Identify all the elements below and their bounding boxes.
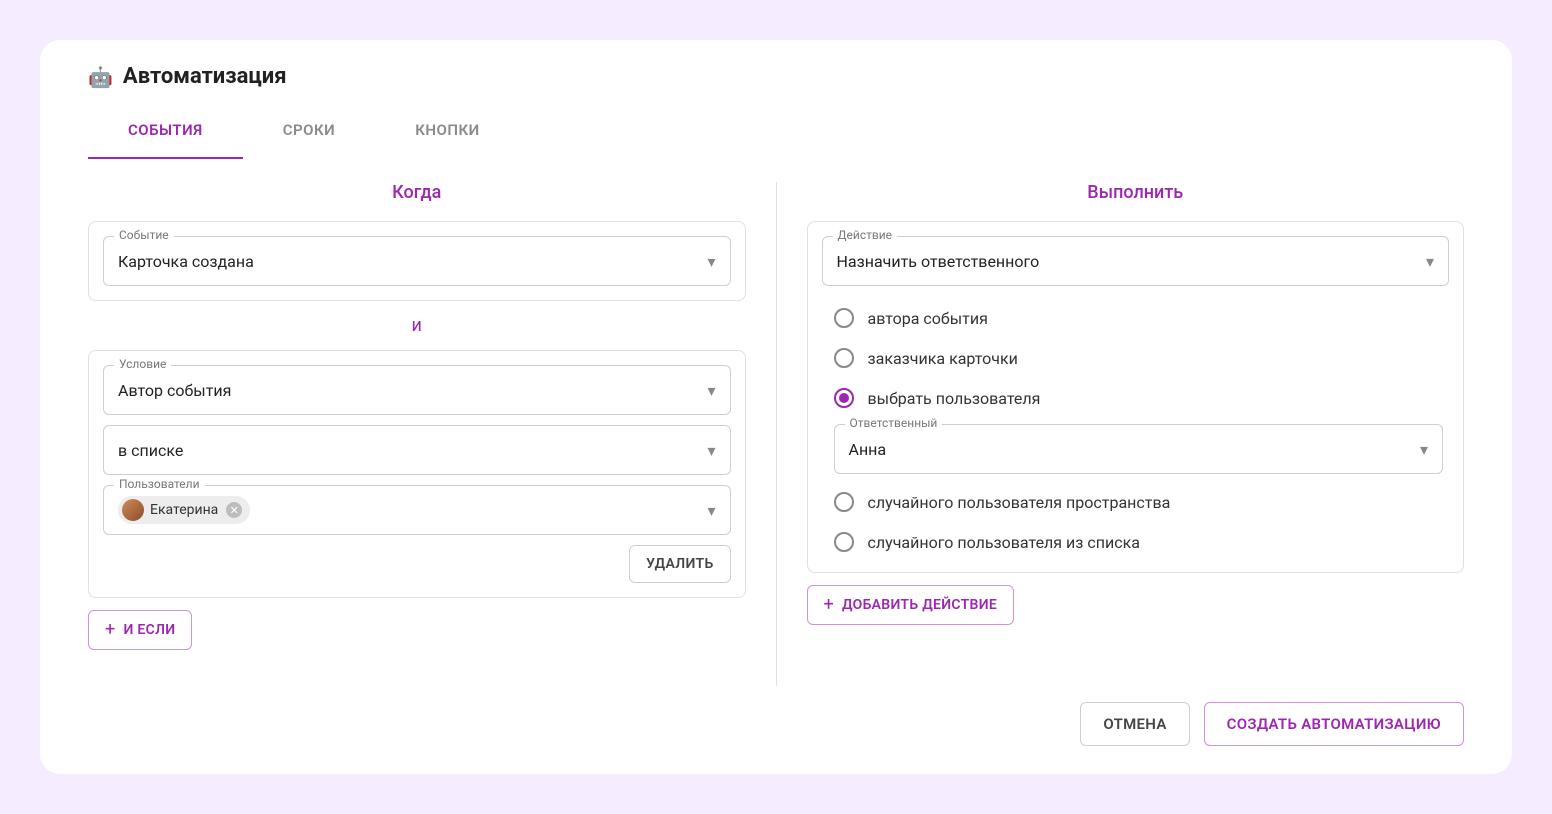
columns: Когда Событие Карточка создана ▾ и Услов… <box>88 182 1464 686</box>
event-panel: Событие Карточка создана ▾ <box>88 221 746 301</box>
cancel-button[interactable]: ОТМЕНА <box>1080 702 1189 746</box>
radio-random-list-user[interactable]: случайного пользователя из списка <box>834 522 1444 562</box>
operator-value: в списке <box>118 441 707 460</box>
radio-label: случайного пользователя пространства <box>868 493 1171 512</box>
delete-condition-button[interactable]: УДАЛИТЬ <box>629 545 730 583</box>
add-if-label: И ЕСЛИ <box>124 622 176 638</box>
condition-value: Автор события <box>118 381 707 400</box>
radio-choose-user[interactable]: выбрать пользователя <box>834 378 1444 418</box>
add-action-label: ДОБАВИТЬ ДЕЙСТВИЕ <box>842 597 997 613</box>
operator-select[interactable]: в списке ▾ <box>103 425 731 475</box>
user-chip: Екатерина ✕ <box>118 496 250 524</box>
radio-label: выбрать пользователя <box>868 389 1041 408</box>
chevron-down-icon: ▾ <box>1426 252 1434 271</box>
radio-event-author[interactable]: автора события <box>834 298 1444 338</box>
event-label: Событие <box>114 228 174 242</box>
tab-buttons[interactable]: КНОПКИ <box>375 109 519 159</box>
radio-icon <box>834 492 854 512</box>
users-label: Пользователи <box>114 477 205 491</box>
page-header: 🤖 Автоматизация <box>88 64 1464 89</box>
radio-icon <box>834 388 854 408</box>
event-value: Карточка создана <box>118 252 707 271</box>
radio-icon <box>834 348 854 368</box>
responsible-value: Анна <box>849 440 1420 459</box>
dialog-footer: ОТМЕНА СОЗДАТЬ АВТОМАТИЗАЦИЮ <box>88 702 1464 746</box>
automation-card: 🤖 Автоматизация СОБЫТИЯ СРОКИ КНОПКИ Ког… <box>40 40 1512 774</box>
chevron-down-icon: ▾ <box>707 501 715 520</box>
chevron-down-icon: ▾ <box>1420 440 1428 459</box>
chevron-down-icon: ▾ <box>707 381 715 400</box>
condition-label: Условие <box>114 357 171 371</box>
radio-random-space-user[interactable]: случайного пользователя пространства <box>834 482 1444 522</box>
radio-card-customer[interactable]: заказчика карточки <box>834 338 1444 378</box>
event-select[interactable]: Событие Карточка создана ▾ <box>103 236 731 286</box>
condition-select[interactable]: Условие Автор события ▾ <box>103 365 731 415</box>
action-select[interactable]: Действие Назначить ответственного ▾ <box>822 236 1450 286</box>
tabs: СОБЫТИЯ СРОКИ КНОПКИ <box>88 109 1464 160</box>
chevron-down-icon: ▾ <box>707 441 715 460</box>
responsible-select[interactable]: Ответственный Анна ▾ <box>834 424 1444 474</box>
plus-icon: + <box>105 621 116 639</box>
action-panel: Действие Назначить ответственного ▾ авто… <box>807 221 1465 573</box>
action-value: Назначить ответственного <box>837 252 1426 271</box>
create-automation-button[interactable]: СОЗДАТЬ АВТОМАТИЗАЦИЮ <box>1204 702 1464 746</box>
condition-panel-footer: УДАЛИТЬ <box>103 545 731 583</box>
remove-chip-icon[interactable]: ✕ <box>226 502 242 518</box>
add-action-button[interactable]: + ДОБАВИТЬ ДЕЙСТВИЕ <box>807 585 1015 625</box>
radio-label: случайного пользователя из списка <box>868 533 1140 552</box>
avatar <box>122 499 144 521</box>
conjunction-and: и <box>88 315 746 336</box>
responsible-radio-group: автора события заказчика карточки выбрат… <box>822 292 1450 566</box>
radio-label: автора события <box>868 309 988 328</box>
tab-deadlines[interactable]: СРОКИ <box>243 109 376 159</box>
do-column: Выполнить Действие Назначить ответственн… <box>777 182 1465 686</box>
users-select[interactable]: Пользователи Екатерина ✕ ▾ <box>103 485 731 535</box>
radio-icon <box>834 308 854 328</box>
responsible-label: Ответственный <box>845 416 943 430</box>
robot-icon: 🤖 <box>88 65 113 89</box>
plus-icon: + <box>824 596 835 614</box>
chevron-down-icon: ▾ <box>707 252 715 271</box>
when-column: Когда Событие Карточка создана ▾ и Услов… <box>88 182 776 686</box>
radio-icon <box>834 532 854 552</box>
radio-label: заказчика карточки <box>868 349 1018 368</box>
page-title: Автоматизация <box>123 64 287 89</box>
do-title: Выполнить <box>807 182 1465 203</box>
action-label: Действие <box>833 228 898 242</box>
when-title: Когда <box>88 182 746 203</box>
chip-label: Екатерина <box>150 502 218 518</box>
tab-events[interactable]: СОБЫТИЯ <box>88 109 243 159</box>
add-if-button[interactable]: + И ЕСЛИ <box>88 610 192 650</box>
condition-panel: Условие Автор события ▾ в списке ▾ Польз… <box>88 350 746 598</box>
